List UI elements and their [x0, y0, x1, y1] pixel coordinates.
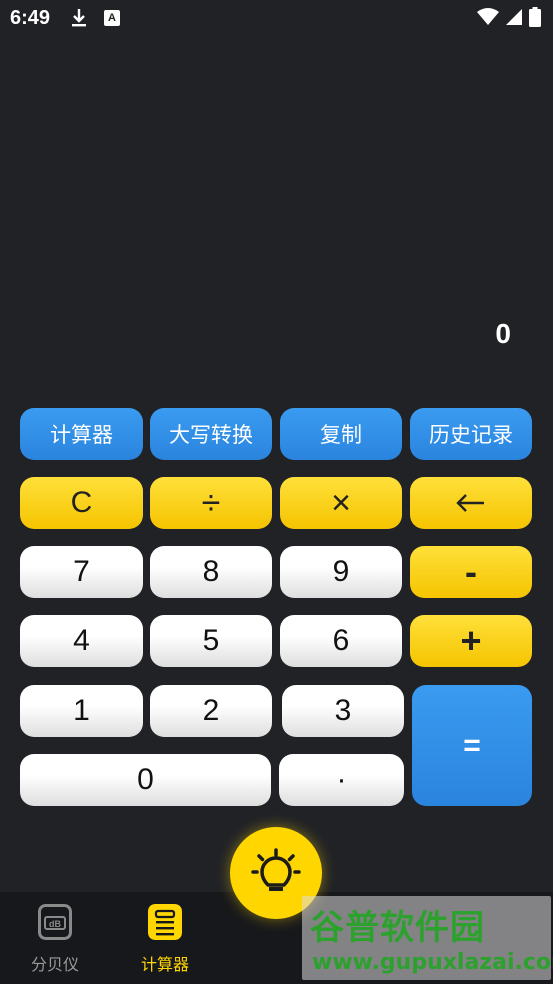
backspace-button[interactable]: [410, 477, 532, 529]
history-button[interactable]: 历史记录: [410, 408, 532, 460]
digit-1-button[interactable]: 1: [20, 685, 143, 737]
copy-button[interactable]: 复制: [280, 408, 402, 460]
digit-5-button[interactable]: 5: [150, 615, 272, 667]
clear-button[interactable]: C: [20, 477, 143, 529]
watermark: 谷普软件园 www.gupuxlazai.com: [302, 896, 553, 980]
equals-button[interactable]: =: [412, 685, 532, 806]
status-time: 6:49: [10, 7, 51, 29]
decibel-meter-icon: dB: [38, 904, 72, 940]
nav-label-decibel-meter: 分贝仪: [30, 955, 79, 974]
divide-button[interactable]: ÷: [150, 477, 272, 529]
status-bar: 6:49 A: [0, 0, 553, 36]
display-value: 0: [495, 318, 511, 349]
digit-0-button[interactable]: 0: [20, 754, 271, 806]
wifi-icon: [477, 8, 499, 25]
multiply-button[interactable]: ×: [280, 477, 402, 529]
digit-9-button[interactable]: 9: [280, 546, 402, 598]
watermark-title: 谷普软件园: [310, 908, 485, 948]
nav-item-decibel-meter[interactable]: dB 分贝仪: [0, 904, 110, 975]
decimal-point-button[interactable]: ·: [279, 754, 404, 806]
backspace-arrow-icon: [456, 494, 484, 512]
digit-8-button[interactable]: 8: [150, 546, 272, 598]
calculator-icon: [148, 904, 182, 940]
light-bulb-icon: [251, 848, 301, 891]
uppercase-convert-button[interactable]: 大写转换: [150, 408, 272, 460]
calculator-mode-button[interactable]: 计算器: [20, 408, 143, 460]
digit-3-button[interactable]: 3: [282, 685, 404, 737]
digit-6-button[interactable]: 6: [280, 615, 402, 667]
digit-7-button[interactable]: 7: [20, 546, 143, 598]
digit-2-button[interactable]: 2: [150, 685, 272, 737]
digit-4-button[interactable]: 4: [20, 615, 143, 667]
svg-text:dB: dB: [49, 919, 61, 929]
plus-button[interactable]: +: [410, 615, 532, 667]
minus-button[interactable]: -: [410, 546, 532, 598]
signal-icon: [506, 9, 522, 25]
battery-icon: [529, 7, 541, 27]
watermark-url: www.gupuxlazai.com: [312, 950, 553, 975]
nav-label-calculator: 计算器: [140, 955, 189, 974]
nav-item-calculator[interactable]: 计算器: [110, 904, 220, 975]
notification-a-icon: A: [104, 10, 120, 26]
download-icon: [72, 9, 86, 27]
